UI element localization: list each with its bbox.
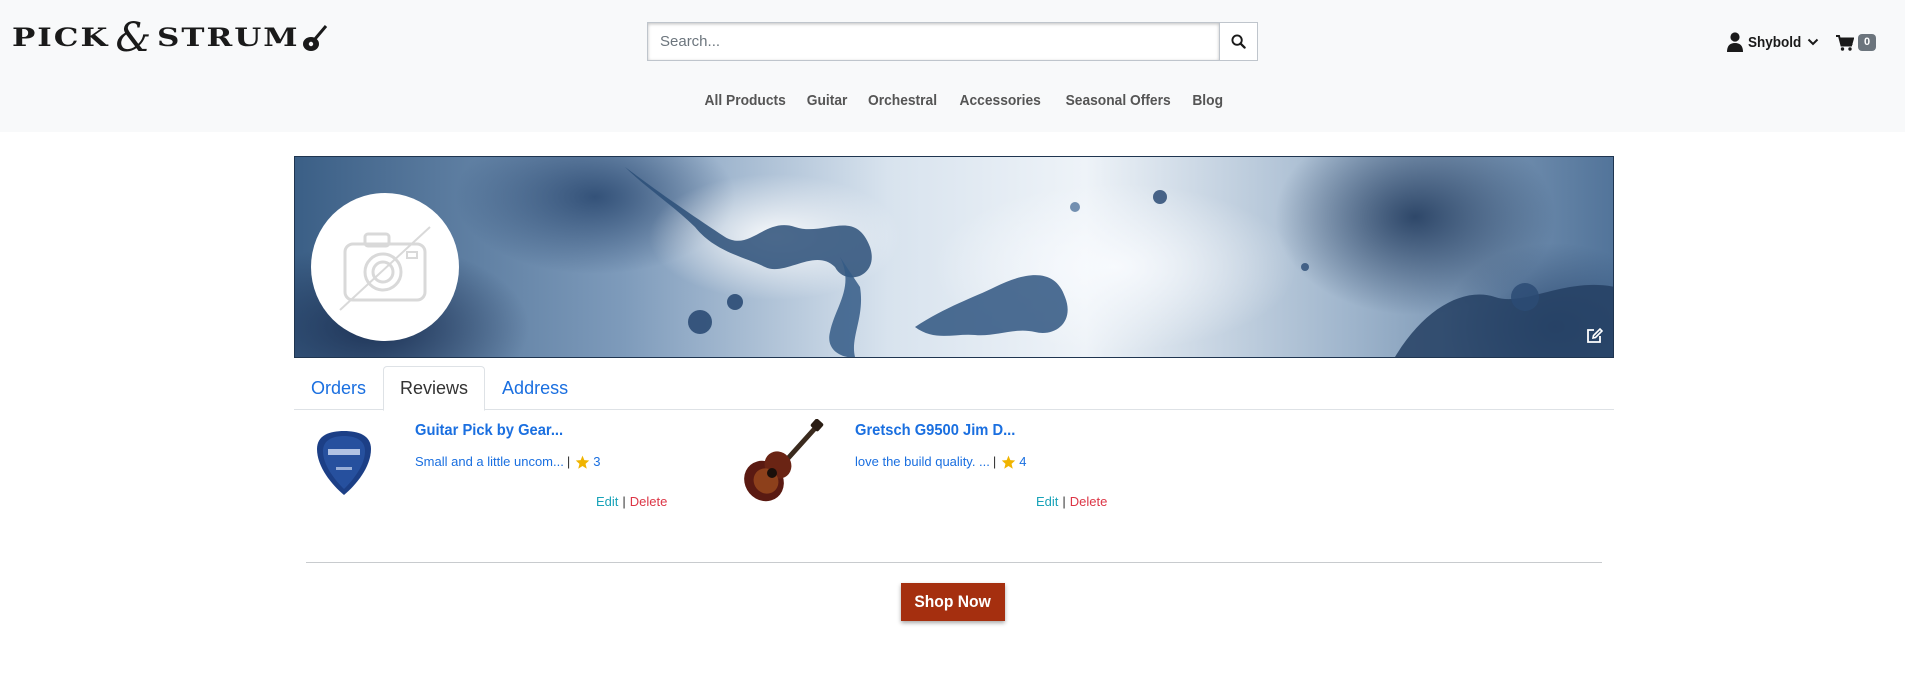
tab-reviews[interactable]: Reviews bbox=[383, 366, 486, 411]
guitar-icon bbox=[302, 25, 327, 51]
nav-accessories[interactable]: Accessories bbox=[960, 92, 1041, 109]
nav-seasonal-offers[interactable]: Seasonal Offers bbox=[1065, 92, 1170, 109]
edit-banner-button[interactable] bbox=[1585, 327, 1604, 350]
page-scrollbar[interactable] bbox=[1905, 0, 1920, 682]
section-divider bbox=[306, 562, 1602, 563]
edit-review-link[interactable]: Edit bbox=[1036, 494, 1058, 509]
search-input[interactable] bbox=[647, 22, 1219, 61]
edit-icon bbox=[1587, 327, 1604, 343]
review-actions: Edit | Delete bbox=[1036, 494, 1107, 509]
logo-text-strum: STRUM bbox=[157, 23, 300, 53]
logo-ampersand: & bbox=[115, 15, 152, 61]
chevron-down-icon bbox=[1807, 38, 1819, 46]
no-photo-icon bbox=[339, 226, 431, 311]
user-icon bbox=[1727, 32, 1743, 52]
nav-all-products[interactable]: All Products bbox=[704, 92, 785, 109]
tab-address[interactable]: Address bbox=[485, 366, 585, 410]
cart-count-badge: 0 bbox=[1858, 34, 1877, 51]
review-separator: | bbox=[566, 454, 571, 469]
review-excerpt[interactable]: love the build quality. ... bbox=[855, 454, 990, 469]
review-item: Guitar Pick by Gear... Small and a littl… bbox=[294, 418, 674, 518]
review-summary: Small and a little uncom... | 3 bbox=[415, 454, 600, 469]
review-product-title[interactable]: Gretsch G9500 Jim D... bbox=[855, 422, 1015, 440]
action-separator: | bbox=[1062, 494, 1066, 509]
logo-text-pick: PICK bbox=[12, 23, 110, 53]
guitar-pick-image bbox=[317, 431, 371, 495]
site-logo[interactable]: PICK & STRUM bbox=[12, 14, 328, 62]
shop-now-label: Shop Now bbox=[914, 592, 992, 611]
search-bar bbox=[647, 22, 1258, 61]
cart-button[interactable]: 0 bbox=[1836, 34, 1877, 51]
search-button[interactable] bbox=[1219, 22, 1258, 61]
nav-guitar[interactable]: Guitar bbox=[807, 92, 848, 109]
product-thumbnail[interactable] bbox=[294, 418, 394, 508]
search-icon bbox=[1231, 34, 1246, 49]
review-excerpt[interactable]: Small and a little uncom... bbox=[415, 454, 564, 469]
star-icon bbox=[576, 455, 590, 469]
water-splash-graphic bbox=[625, 167, 1613, 357]
product-thumbnail[interactable] bbox=[734, 418, 834, 508]
nav-blog[interactable]: Blog bbox=[1192, 92, 1223, 109]
profile-avatar[interactable] bbox=[311, 193, 459, 341]
review-separator: | bbox=[992, 454, 997, 469]
review-item: Gretsch G9500 Jim D... love the build qu… bbox=[734, 418, 1114, 518]
account-username: Shybold bbox=[1748, 33, 1802, 51]
review-actions: Edit | Delete bbox=[596, 494, 667, 509]
profile-banner-image bbox=[294, 156, 1614, 358]
review-product-title[interactable]: Guitar Pick by Gear... bbox=[415, 422, 563, 440]
main-nav: All Products Guitar Orchestral Accessori… bbox=[0, 92, 1905, 109]
review-summary: love the build quality. ... | 4 bbox=[855, 454, 1027, 469]
review-rating: 3 bbox=[593, 454, 601, 469]
account-menu[interactable]: Shybold bbox=[1726, 32, 1819, 52]
profile-tabs: Orders Reviews Address bbox=[294, 366, 1614, 411]
action-separator: | bbox=[622, 494, 626, 509]
acoustic-guitar-image bbox=[744, 419, 824, 502]
delete-review-link[interactable]: Delete bbox=[630, 494, 668, 509]
nav-orchestral[interactable]: Orchestral bbox=[868, 92, 937, 109]
site-header: PICK & STRUM Shybold bbox=[0, 0, 1905, 132]
shopping-cart-icon bbox=[1836, 34, 1854, 51]
edit-review-link[interactable]: Edit bbox=[596, 494, 618, 509]
tab-orders[interactable]: Orders bbox=[294, 366, 383, 410]
star-icon bbox=[1002, 455, 1016, 469]
delete-review-link[interactable]: Delete bbox=[1070, 494, 1108, 509]
shop-now-button[interactable]: Shop Now bbox=[901, 583, 1005, 621]
review-rating: 4 bbox=[1019, 454, 1027, 469]
